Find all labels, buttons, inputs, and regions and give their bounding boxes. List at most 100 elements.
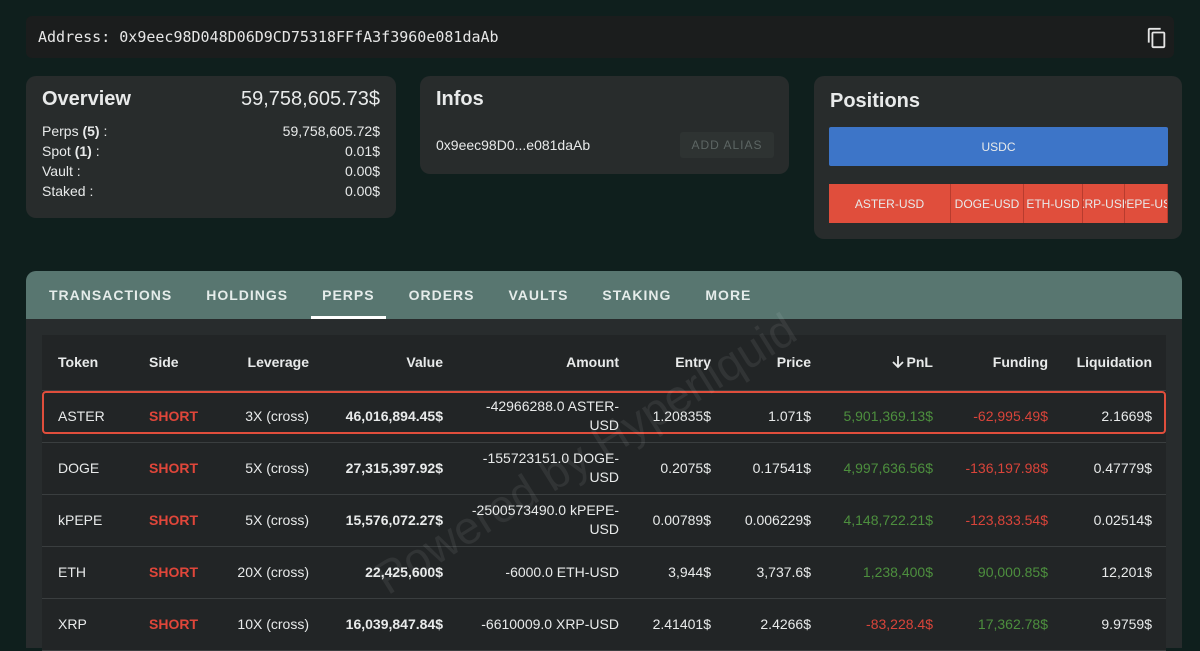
overview-row: Staked : 0.00$ [42,181,380,201]
cell-side: SHORT [133,494,200,547]
short-address: 0x9eec98D0...e081daAb [436,137,591,153]
cell-liquidation: 0.47779$ [1062,442,1166,495]
overview-row-label: Perps (5) : [42,121,107,141]
tab-more[interactable]: MORE [694,271,762,319]
tab-transactions[interactable]: TRANSACTIONS [38,271,183,319]
overview-row-value: 0.00$ [344,163,380,179]
address-bar: Address: 0x9eec98D048D06D9CD75318FFfA3f3… [26,16,1174,58]
header-label: Side [149,354,179,371]
cell-funding: 90,000.85$ [947,546,1062,599]
column-header-price[interactable]: Price [725,335,825,391]
table-row[interactable]: kPEPE SHORT 5X (cross) 15,576,072.27$ -25005… [42,494,1166,547]
perp-position-bars: ASTER-USDDOGE-USDETH-USDXRP-USDkPEPE-USD [829,184,1168,223]
cell-liquidation: 2.1669$ [1062,390,1166,443]
header-label: Liquidation [1076,354,1152,371]
overview-row-label: Spot (1) : [42,141,100,161]
table-row[interactable]: ASTER SHORT 3X (cross) 46,016,894.45$ -42966… [42,390,1166,443]
header-label: Value [406,354,443,371]
cell-price: 2.4266$ [725,598,825,651]
cell-pnl: 4,148,722.21$ [825,494,947,547]
table-row[interactable]: DOGE SHORT 5X (cross) 27,315,397.92$ -155723… [42,442,1166,495]
column-header-side[interactable]: Side [133,335,200,391]
header-label: Token [58,354,99,371]
overview-row: Spot (1) : 0.01$ [42,141,380,161]
column-header-leverage[interactable]: Leverage [200,335,323,391]
table-row[interactable]: ETH SHORT 20X (cross) 22,425,600$ -6000.0 ET… [42,546,1166,599]
cell-price: 0.17541$ [725,442,825,495]
row-sep: : [99,123,108,139]
cell-price: 0.006229$ [725,494,825,547]
copy-icon[interactable] [1146,26,1168,50]
cell-side: SHORT [133,390,200,443]
row-sep: : [91,143,100,159]
cell-amount: -6000.0 ETH-USD [457,546,633,599]
cell-liquidation: 12,201$ [1062,546,1166,599]
cell-pnl: -83,228.4$ [825,598,947,651]
overview-row-label: Vault : [42,161,81,181]
infos-card: Infos 0x9eec98D0...e081daAb ADD ALIAS [420,76,789,174]
cell-entry: 3,944$ [633,546,725,599]
positions-card: Positions USDC ASTER-USDDOGE-USDETH-USDX… [814,76,1182,239]
header-label: Entry [675,354,711,371]
overview-card: Overview 59,758,605.73$ Perps (5) : 59,758… [26,76,396,218]
header-label: Price [776,354,811,371]
column-header-entry[interactable]: Entry [633,335,725,391]
infos-title: Infos [436,88,484,110]
header-label: Funding [992,354,1048,371]
overview-total: 59,758,605.73$ [240,88,380,110]
cell-value: 16,039,847.84$ [323,598,457,651]
cell-leverage: 5X (cross) [200,494,323,547]
add-alias-button[interactable]: ADD ALIAS [680,132,774,158]
arrow-down-icon [891,354,907,370]
overview-row-label: Staked : [42,181,93,201]
cell-side: SHORT [133,546,200,599]
position-bar[interactable]: ASTER-USD [829,184,951,223]
tab-staking[interactable]: STAKING [591,271,682,319]
cell-value: 15,576,072.27$ [323,494,457,547]
cell-amount: -6610009.0 XRP-USD [457,598,633,651]
column-header-liquidation[interactable]: Liquidation [1062,335,1166,391]
tab-vaults[interactable]: VAULTS [498,271,580,319]
tab-perps[interactable]: PERPS [311,271,387,319]
position-bar[interactable]: DOGE-USD [951,184,1024,223]
overview-row-value: 0.00$ [344,183,380,199]
cell-entry: 0.2075$ [633,442,725,495]
position-bar[interactable]: XRP-USD [1083,184,1125,223]
cell-token: XRP [42,598,133,651]
table-row[interactable]: XRP SHORT 10X (cross) 16,039,847.84$ -661000… [42,598,1166,651]
cell-liquidation: 9.9759$ [1062,598,1166,651]
position-bar-usdc[interactable]: USDC [829,127,1168,166]
column-header-pnl[interactable]: PnL [825,335,947,391]
position-bar[interactable]: ETH-USD [1024,184,1083,223]
cell-token: ETH [42,546,133,599]
row-label: Perps [42,123,79,139]
cell-side: SHORT [133,598,200,651]
cell-leverage: 3X (cross) [200,390,323,443]
row-label: Staked : [42,183,94,199]
column-header-token[interactable]: Token [42,335,133,391]
cell-amount: -42966288.0 ASTER-USD [457,390,633,443]
column-header-amount[interactable]: Amount [457,335,633,391]
header-label: PnL [906,354,933,371]
row-label: Vault : [42,163,81,179]
cell-funding: -136,197.98$ [947,442,1062,495]
cell-amount: -155723151.0 DOGE-USD [457,442,633,495]
column-header-value[interactable]: Value [323,335,457,391]
tab-bar: TRANSACTIONS HOLDINGS PERPS ORDERS VAULTS STA… [26,271,1182,319]
cell-liquidation: 0.02514$ [1062,494,1166,547]
address-text: Address: 0x9eec98D048D06D9CD75318FFfA3f3… [38,28,499,46]
overview-row-value: 0.01$ [344,143,380,159]
cell-entry: 1.20835$ [633,390,725,443]
row-count: (1) [74,143,92,159]
cell-value: 46,016,894.45$ [323,390,457,443]
cell-price: 3,737.6$ [725,546,825,599]
cell-token: ASTER [42,390,133,443]
tab-orders[interactable]: ORDERS [398,271,486,319]
tabs-panel: TRANSACTIONS HOLDINGS PERPS ORDERS VAULTS STA… [26,271,1182,651]
tab-holdings[interactable]: HOLDINGS [195,271,299,319]
overview-row: Perps (5) : 59,758,605.72$ [42,121,380,141]
position-bar[interactable]: kPEPE-USD [1125,184,1168,223]
cell-leverage: 5X (cross) [200,442,323,495]
cell-token: DOGE [42,442,133,495]
column-header-funding[interactable]: Funding [947,335,1062,391]
